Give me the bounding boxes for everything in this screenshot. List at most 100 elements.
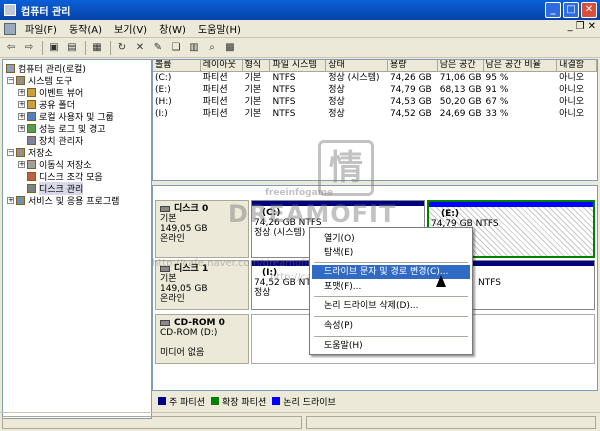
menu-help[interactable]: 도움말(H): [192, 21, 247, 36]
col-layout[interactable]: 레이아웃: [201, 60, 243, 71]
legend-primary-swatch: [158, 397, 166, 405]
table-row[interactable]: (I:) 파티션 기본 NTFS 정상 74,52 GB 24,69 GB 33…: [153, 108, 597, 120]
status-cell: [306, 416, 596, 429]
performance-icon: [27, 123, 36, 133]
expand-icon[interactable]: +: [18, 100, 25, 108]
cell-filesystem: NTFS: [272, 109, 296, 119]
cell-capacity: 74,79 GB: [389, 85, 432, 95]
mouse-cursor-icon: [436, 275, 446, 287]
expand-icon[interactable]: +: [18, 112, 25, 120]
refresh-icon[interactable]: ↻: [114, 40, 130, 56]
menu-item-delete-logical-drive[interactable]: 논리 드라이브 삭제(D)...: [312, 299, 470, 313]
cell-free-space: 50,20 GB: [439, 97, 482, 107]
cell-filesystem: NTFS: [272, 85, 296, 95]
cell-free-percent: 91 %: [485, 85, 509, 95]
tree-item-local-users[interactable]: + 로컬 사용자 및 그룹: [18, 110, 114, 123]
menu-item-explore[interactable]: 탐색(E): [312, 246, 470, 260]
menu-item-change-drive-letter[interactable]: 드라이브 문자 및 경로 변경(C)...: [312, 265, 470, 279]
cell-fault-tolerance: 아니오: [559, 85, 585, 95]
cell-type: 기본: [244, 97, 262, 107]
volume-list-header: 볼륨 레이아웃 형식 파일 시스템 상태 용량 남은 공간 남은 공간 비율 내…: [153, 60, 597, 72]
toolbar: ⇦ ⇨ ▣ ▤ ▦ ↻ ✕ ✎ ❏ ▥ ⌕ ▩: [0, 38, 600, 58]
cell-volume: (H:): [155, 97, 172, 107]
mdi-restore-button[interactable]: ❐: [576, 21, 585, 32]
table-row[interactable]: (C:) 파티션 기본 NTFS 정상 (시스템) 74,26 GB 71,06…: [153, 72, 597, 84]
maximize-button[interactable]: □: [563, 2, 579, 18]
menu-file[interactable]: 파일(F): [19, 21, 63, 36]
col-status[interactable]: 상태: [326, 60, 388, 71]
users-icon: [27, 111, 36, 121]
col-free-space[interactable]: 남은 공간: [438, 60, 484, 71]
col-capacity[interactable]: 용량: [388, 60, 438, 71]
cell-fault-tolerance: 아니오: [559, 73, 585, 83]
title-bar: 컴퓨터 관리 _ □ ✕: [0, 0, 600, 20]
table-row[interactable]: (E:) 파티션 기본 NTFS 정상 74,79 GB 68,13 GB 91…: [153, 84, 597, 96]
expand-icon[interactable]: +: [18, 160, 25, 168]
tools-icon: [16, 75, 25, 85]
tree-item-device-manager[interactable]: 장치 관리자: [27, 134, 83, 147]
mdi-minimize-button[interactable]: _: [568, 21, 573, 32]
menu-view[interactable]: 보기(V): [108, 21, 153, 36]
tree-item-removable-storage[interactable]: + 이동식 저장소: [18, 158, 92, 171]
cell-layout: 파티션: [202, 85, 228, 95]
delete-icon[interactable]: ✕: [132, 40, 148, 56]
watermark-small: freeinfogame: [265, 188, 334, 198]
forward-icon[interactable]: ⇨: [21, 40, 37, 56]
cell-volume: (I:): [155, 109, 168, 119]
copy-icon[interactable]: ❏: [168, 40, 184, 56]
close-button[interactable]: ✕: [581, 2, 597, 18]
cell-filesystem: NTFS: [272, 73, 296, 83]
paste-icon[interactable]: ▥: [186, 40, 202, 56]
help-icon[interactable]: ▩: [222, 40, 238, 56]
tree-item-root[interactable]: 컴퓨터 관리(로컬): [6, 62, 86, 75]
disk-management-icon: [27, 183, 36, 193]
minimize-button[interactable]: _: [545, 2, 561, 18]
tree-item-system-tools[interactable]: − 시스템 도구: [7, 74, 72, 87]
tree-item-disk-management[interactable]: 디스크 관리: [27, 181, 84, 195]
legend-extended-swatch: [210, 397, 219, 405]
tree-item-event-viewer[interactable]: + 이벤트 뷰어: [18, 86, 83, 99]
properties-icon[interactable]: ▦: [89, 40, 105, 56]
cell-status: 정상: [328, 85, 345, 95]
menu-item-properties[interactable]: 속성(P): [312, 319, 470, 333]
table-row[interactable]: (H:) 파티션 기본 NTFS 정상 74,53 GB 50,20 GB 67…: [153, 96, 597, 108]
col-fault-tolerance[interactable]: 내결함: [557, 60, 597, 71]
expand-icon[interactable]: +: [18, 88, 25, 96]
col-free-percent[interactable]: 남은 공간 비율: [484, 60, 558, 71]
col-type[interactable]: 형식: [243, 60, 271, 71]
tree-item-perf-logs[interactable]: + 성능 로그 및 경고: [18, 122, 106, 135]
cell-free-percent: 67 %: [485, 97, 509, 107]
col-volume[interactable]: 볼륨: [153, 60, 201, 71]
menu-item-help[interactable]: 도움말(H): [312, 339, 470, 353]
tree-item-services[interactable]: + 서비스 및 응용 프로그램: [7, 194, 119, 207]
back-icon[interactable]: ⇦: [3, 40, 19, 56]
disk-icon: [160, 206, 170, 212]
console-tree: 컴퓨터 관리(로컬) − 시스템 도구 + 이벤트 뷰어 + 공유 폴더 + 로컬 사용…: [2, 59, 152, 419]
expand-icon[interactable]: +: [18, 124, 25, 132]
cell-type: 기본: [244, 109, 262, 119]
volume-list: 볼륨 레이아웃 형식 파일 시스템 상태 용량 남은 공간 남은 공간 비율 내…: [152, 59, 598, 181]
menu-action[interactable]: 동작(A): [63, 21, 108, 36]
collapse-icon[interactable]: −: [7, 76, 14, 84]
tree-item-defrag[interactable]: 디스크 조각 모음: [27, 170, 103, 183]
status-cell: [2, 416, 302, 429]
edit-icon[interactable]: ✎: [150, 40, 166, 56]
legend-logical: 논리 드라이브: [283, 397, 336, 408]
menu-item-format[interactable]: 포맷(F)...: [312, 280, 470, 294]
window-title: 컴퓨터 관리: [21, 6, 71, 18]
tree-item-shared-folders[interactable]: + 공유 폴더: [18, 98, 75, 111]
mmc-icon: [4, 22, 16, 35]
menu-window[interactable]: 창(W): [153, 21, 192, 36]
show-tree-icon[interactable]: ▤: [64, 40, 80, 56]
cdrom-label[interactable]: CD-ROM 0 CD-ROM (D:) 미디어 없음: [155, 314, 249, 364]
expand-icon[interactable]: +: [7, 196, 14, 204]
event-viewer-icon: [27, 87, 36, 97]
tree-item-storage[interactable]: − 저장소: [7, 146, 53, 159]
collapse-icon[interactable]: −: [7, 148, 14, 156]
menu-item-open[interactable]: 열기(O): [312, 232, 470, 246]
legend-logical-swatch: [272, 397, 281, 405]
search-icon[interactable]: ⌕: [204, 40, 220, 56]
up-folder-icon[interactable]: ▣: [46, 40, 62, 56]
mdi-close-button[interactable]: ✕: [588, 21, 596, 32]
col-filesystem[interactable]: 파일 시스템: [270, 60, 327, 71]
